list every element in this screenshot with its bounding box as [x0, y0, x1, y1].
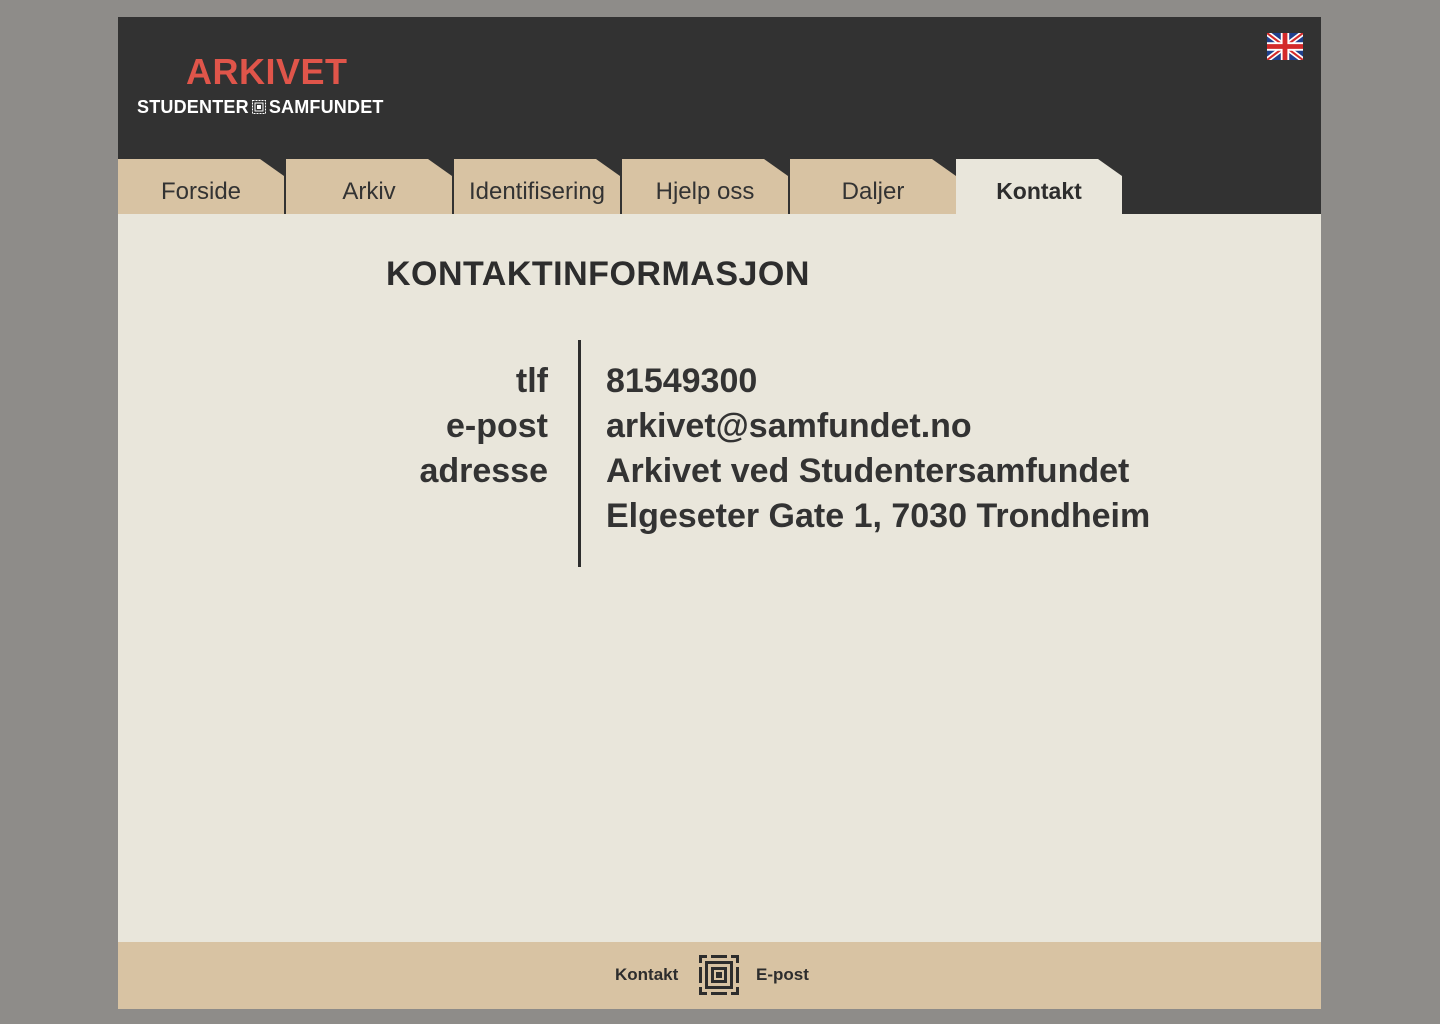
address-line-2: Elgeseter Gate 1, 7030 Trondheim: [606, 497, 1151, 535]
main-nav-tabs: Forside Arkiv Identifisering Hjelp oss D…: [118, 159, 1321, 214]
tab-identifisering[interactable]: Identifisering: [454, 159, 620, 214]
samfundet-emblem-icon: [699, 955, 739, 995]
tab-arkiv[interactable]: Arkiv: [286, 159, 452, 214]
samfundet-logo-icon: [251, 100, 266, 114]
footer-email-link[interactable]: E-post: [756, 965, 809, 985]
contact-values: 81549300 arkivet@samfundet.no Arkivet ve…: [606, 359, 1150, 539]
site-footer: Kontakt E-post: [118, 942, 1321, 1009]
tab-forside[interactable]: Forside: [118, 159, 284, 214]
site-logo-title[interactable]: ARKIVET: [186, 51, 348, 93]
contact-labels: tlf e-post adresse: [368, 359, 548, 494]
page-title: KONTAKTINFORMASJON: [386, 255, 810, 293]
footer-contact-link[interactable]: Kontakt: [615, 965, 678, 985]
tab-hjelp-oss[interactable]: Hjelp oss: [622, 159, 788, 214]
address-line-1: Arkivet ved Studentersamfundet: [606, 452, 1130, 490]
phone-value: 81549300: [606, 362, 758, 400]
email-value[interactable]: arkivet@samfundet.no: [606, 404, 1150, 449]
contact-divider: [578, 340, 581, 567]
tab-daljer[interactable]: Daljer: [790, 159, 956, 214]
site-logo-subtitle[interactable]: STUDENTER SAMFUNDET: [137, 97, 384, 117]
logo-sub-right: SAMFUNDET: [268, 96, 384, 117]
logo-sub-left: STUDENTER: [137, 96, 249, 117]
phone-label: tlf: [515, 362, 548, 400]
uk-flag-icon[interactable]: [1267, 33, 1303, 60]
site-header: ARKIVET STUDENTER SAMFUNDET Forside Arki…: [118, 17, 1321, 214]
tab-kontakt[interactable]: Kontakt: [956, 159, 1122, 214]
address-label: adresse: [419, 452, 548, 490]
email-label: e-post: [446, 407, 548, 445]
page-frame: ARKIVET STUDENTER SAMFUNDET Forside Arki…: [118, 17, 1321, 1009]
